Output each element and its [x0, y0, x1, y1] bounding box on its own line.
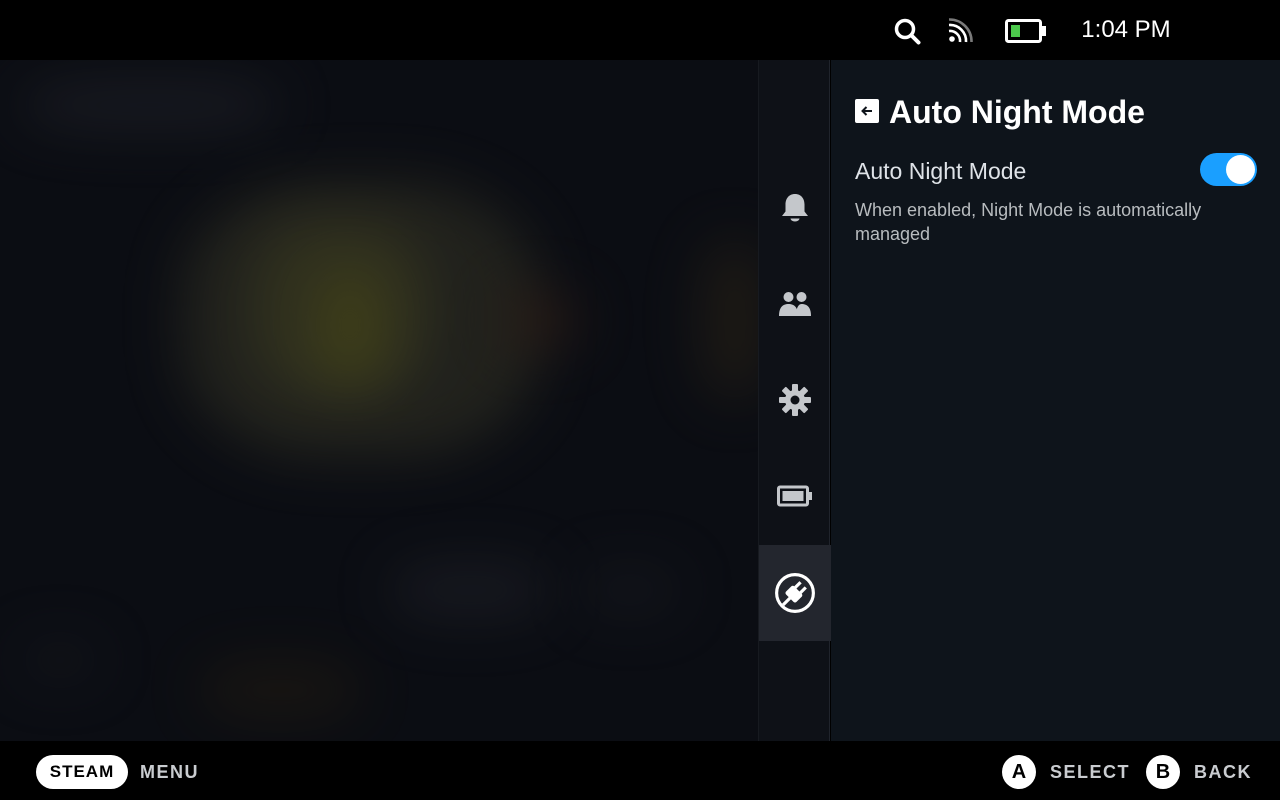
setting-description: When enabled, Night Mode is automaticall…: [855, 200, 1202, 244]
search-icon[interactable]: [893, 17, 921, 45]
toggle-knob: [1226, 155, 1255, 184]
battery-icon: [777, 485, 812, 507]
steam-button[interactable]: STEAM: [36, 755, 128, 789]
friends-icon: [779, 292, 811, 316]
wifi-icon: [948, 18, 973, 43]
sidebar-item-power[interactable]: [759, 545, 831, 641]
bell-icon: [782, 194, 808, 222]
menu-label: MENU: [140, 762, 199, 782]
sidebar-item-friends[interactable]: [759, 256, 831, 352]
battery-icon: [1005, 19, 1046, 43]
back-button[interactable]: [855, 99, 879, 123]
auto-night-mode-toggle[interactable]: [1200, 153, 1257, 186]
sidebar-item-notifications[interactable]: [759, 160, 831, 256]
b-button[interactable]: B: [1146, 755, 1180, 789]
gear-icon: [779, 384, 811, 416]
bottom-bar: STEAM MENU A SELECT B BACK: [0, 741, 1280, 800]
background-library-view: [0, 60, 758, 741]
sidebar-item-settings[interactable]: [759, 352, 831, 448]
quick-access-sidebar: [758, 60, 831, 741]
settings-panel: Auto Night Mode Auto Night Mode When ena…: [831, 60, 1280, 741]
select-label: SELECT: [1050, 762, 1131, 782]
arrow-left-icon: [861, 106, 872, 116]
back-label: BACK: [1194, 762, 1252, 782]
status-bar: 1:04 PM: [0, 0, 1280, 60]
a-button[interactable]: A: [1002, 755, 1036, 789]
power-plug-icon: [775, 573, 815, 613]
clock: 1:04 PM: [1081, 16, 1171, 43]
setting-label: Auto Night Mode: [855, 158, 1027, 184]
page-title: Auto Night Mode: [889, 94, 1145, 130]
sidebar-item-performance[interactable]: [759, 448, 831, 544]
